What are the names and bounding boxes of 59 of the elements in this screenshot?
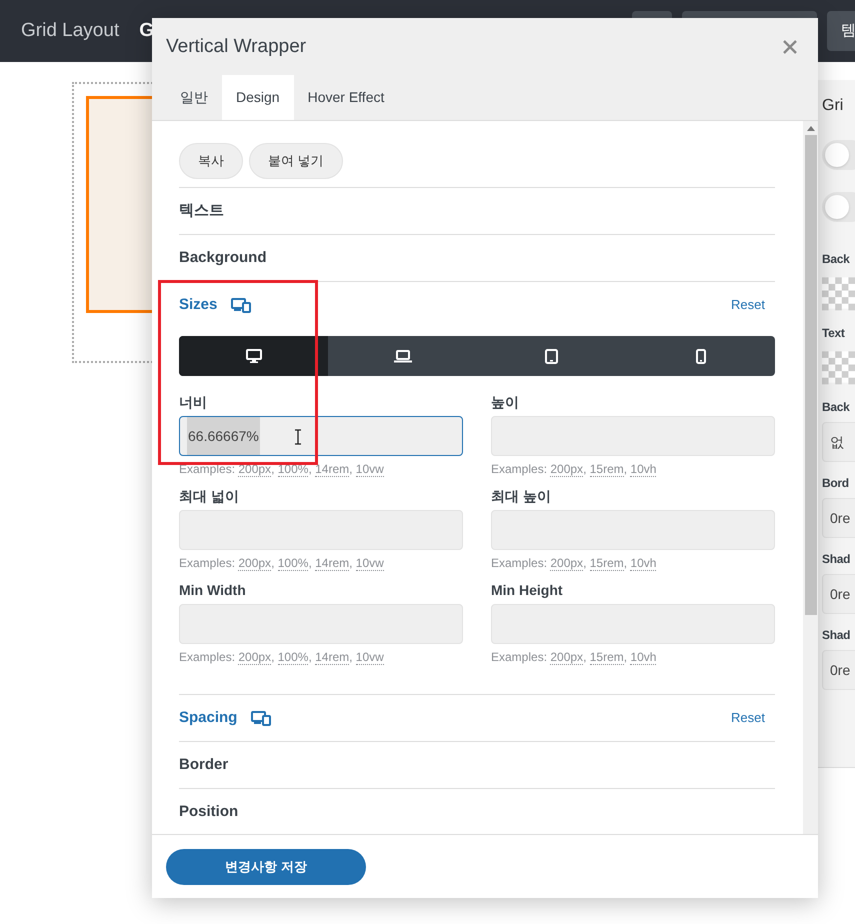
panel-field[interactable]: 없	[822, 422, 855, 462]
panel-label: Back	[822, 251, 851, 268]
section-title[interactable]: Spacing	[179, 706, 238, 730]
field-label: 최대 넓이	[179, 487, 240, 506]
field-label: Min Width	[179, 581, 247, 600]
field-hint: Examples: 200px, 100%, 14rem, 10vw	[179, 461, 385, 478]
copy-button[interactable]: 붙여 넣기	[249, 143, 343, 179]
input-field[interactable]	[179, 604, 463, 644]
header-button[interactable]: 템	[827, 11, 855, 51]
field-hint: Examples: 200px, 100%, 14rem, 10vw	[179, 649, 385, 666]
reset-link[interactable]: Reset	[731, 708, 765, 728]
section-title[interactable]: Position	[179, 800, 238, 824]
section-title[interactable]: Sizes	[179, 294, 218, 316]
input-field[interactable]	[179, 510, 463, 550]
tab[interactable]: 일반	[166, 75, 222, 120]
field-label: 너비	[179, 393, 208, 412]
phone-icon	[696, 348, 706, 364]
scrollbar[interactable]	[803, 121, 818, 834]
input-field[interactable]	[491, 510, 775, 550]
devices-icon[interactable]	[231, 298, 252, 312]
device-tab[interactable]	[179, 336, 328, 376]
toggle-switch[interactable]	[822, 140, 855, 170]
input-field[interactable]	[491, 604, 775, 644]
section-title[interactable]: Background	[179, 246, 267, 270]
devices-icon[interactable]	[251, 710, 272, 726]
input-field[interactable]	[491, 416, 775, 456]
text-cursor-icon	[294, 429, 302, 445]
reset-link[interactable]: Reset	[731, 295, 765, 315]
save-button[interactable]: 변경사항 저장	[166, 848, 366, 884]
field-hint: Examples: 200px, 15rem, 10vh	[491, 649, 658, 666]
field-hint: Examples: 200px, 100%, 14rem, 10vw	[179, 555, 385, 572]
page-title: Grid Layout	[21, 18, 120, 43]
copy-button[interactable]: 복사	[179, 143, 243, 179]
panel-label: Shad	[822, 627, 852, 644]
section-title[interactable]: Border	[179, 754, 228, 776]
panel-label: Shad	[822, 551, 852, 568]
field-label: 최대 높이	[491, 487, 552, 506]
panel-label: Back	[822, 399, 851, 416]
toggle-switch[interactable]	[822, 192, 855, 222]
panel-field[interactable]: 0re	[822, 650, 855, 690]
scroll-up-icon[interactable]	[806, 125, 814, 131]
close-icon[interactable]	[782, 39, 798, 55]
field-hint: Examples: 200px, 15rem, 10vh	[491, 461, 658, 478]
tab[interactable]: Design	[222, 75, 294, 120]
input-field[interactable]: 66.66667%	[179, 416, 463, 456]
laptop-icon	[394, 350, 412, 362]
desktop-icon	[246, 349, 262, 363]
field-label: 높이	[491, 393, 520, 412]
tablet-icon	[545, 348, 558, 364]
panel-heading: Gri	[822, 96, 844, 116]
field-hint: Examples: 200px, 15rem, 10vh	[491, 555, 658, 572]
tab[interactable]: Hover Effect	[294, 75, 398, 120]
section-title[interactable]: 텍스트	[179, 200, 224, 222]
panel-label: Bord	[822, 475, 850, 492]
panel-field[interactable]: 0re	[822, 574, 855, 614]
panel-label: Text	[822, 325, 846, 342]
modal-title: Vertical Wrapper	[166, 34, 306, 59]
field-label: Min Height	[491, 581, 564, 600]
panel-field[interactable]: 0re	[822, 498, 855, 538]
